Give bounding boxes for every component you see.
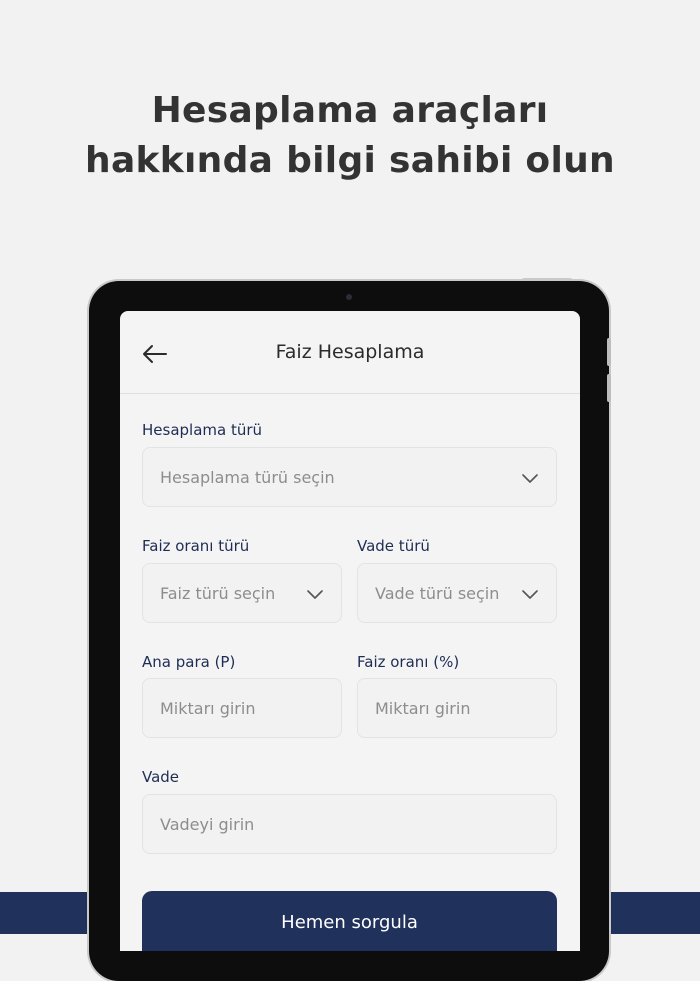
submit-query-label: Hemen sorgula xyxy=(281,912,418,933)
term-label: Vade xyxy=(142,768,180,786)
marketing-headline: Hesaplama araçları hakkında bilgi sahibi… xyxy=(0,86,700,186)
term-type-select[interactable]: Vade türü seçin xyxy=(357,563,557,623)
calculation-type-label: Hesaplama türü xyxy=(142,421,263,439)
chevron-down-icon xyxy=(522,590,538,599)
app-header: Faiz Hesaplama xyxy=(120,311,580,394)
interest-rate-type-label: Faiz oranı türü xyxy=(142,537,250,555)
interest-rate-input[interactable]: Miktarı girin xyxy=(357,678,557,738)
app-screen: Faiz Hesaplama Hesaplama türü Hesaplama … xyxy=(120,311,580,951)
chevron-down-icon xyxy=(307,590,323,599)
term-type-placeholder: Vade türü seçin xyxy=(375,584,500,603)
term-type-label: Vade türü xyxy=(357,537,430,555)
calculation-type-placeholder: Hesaplama türü seçin xyxy=(160,468,335,487)
tablet-volume-up-button xyxy=(607,338,611,366)
principal-input[interactable]: Miktarı girin xyxy=(142,678,342,738)
tablet-volume-down-button xyxy=(607,374,611,402)
tablet-camera xyxy=(346,294,352,300)
principal-placeholder: Miktarı girin xyxy=(160,699,256,718)
page-title: Faiz Hesaplama xyxy=(275,341,425,363)
headline-line-1: Hesaplama araçları xyxy=(151,90,549,131)
interest-rate-type-select[interactable]: Faiz türü seçin xyxy=(142,563,342,623)
chevron-down-icon xyxy=(522,474,538,483)
submit-query-button[interactable]: Hemen sorgula xyxy=(142,891,557,951)
principal-label: Ana para (P) xyxy=(142,653,236,671)
calculation-type-select[interactable]: Hesaplama türü seçin xyxy=(142,447,557,507)
interest-rate-placeholder: Miktarı girin xyxy=(375,699,471,718)
headline-line-2: hakkında bilgi sahibi olun xyxy=(85,140,615,181)
interest-rate-type-placeholder: Faiz türü seçin xyxy=(160,584,276,603)
term-input[interactable]: Vadeyi girin xyxy=(142,794,557,854)
interest-rate-label: Faiz oranı (%) xyxy=(357,653,460,671)
term-placeholder: Vadeyi girin xyxy=(160,815,255,834)
